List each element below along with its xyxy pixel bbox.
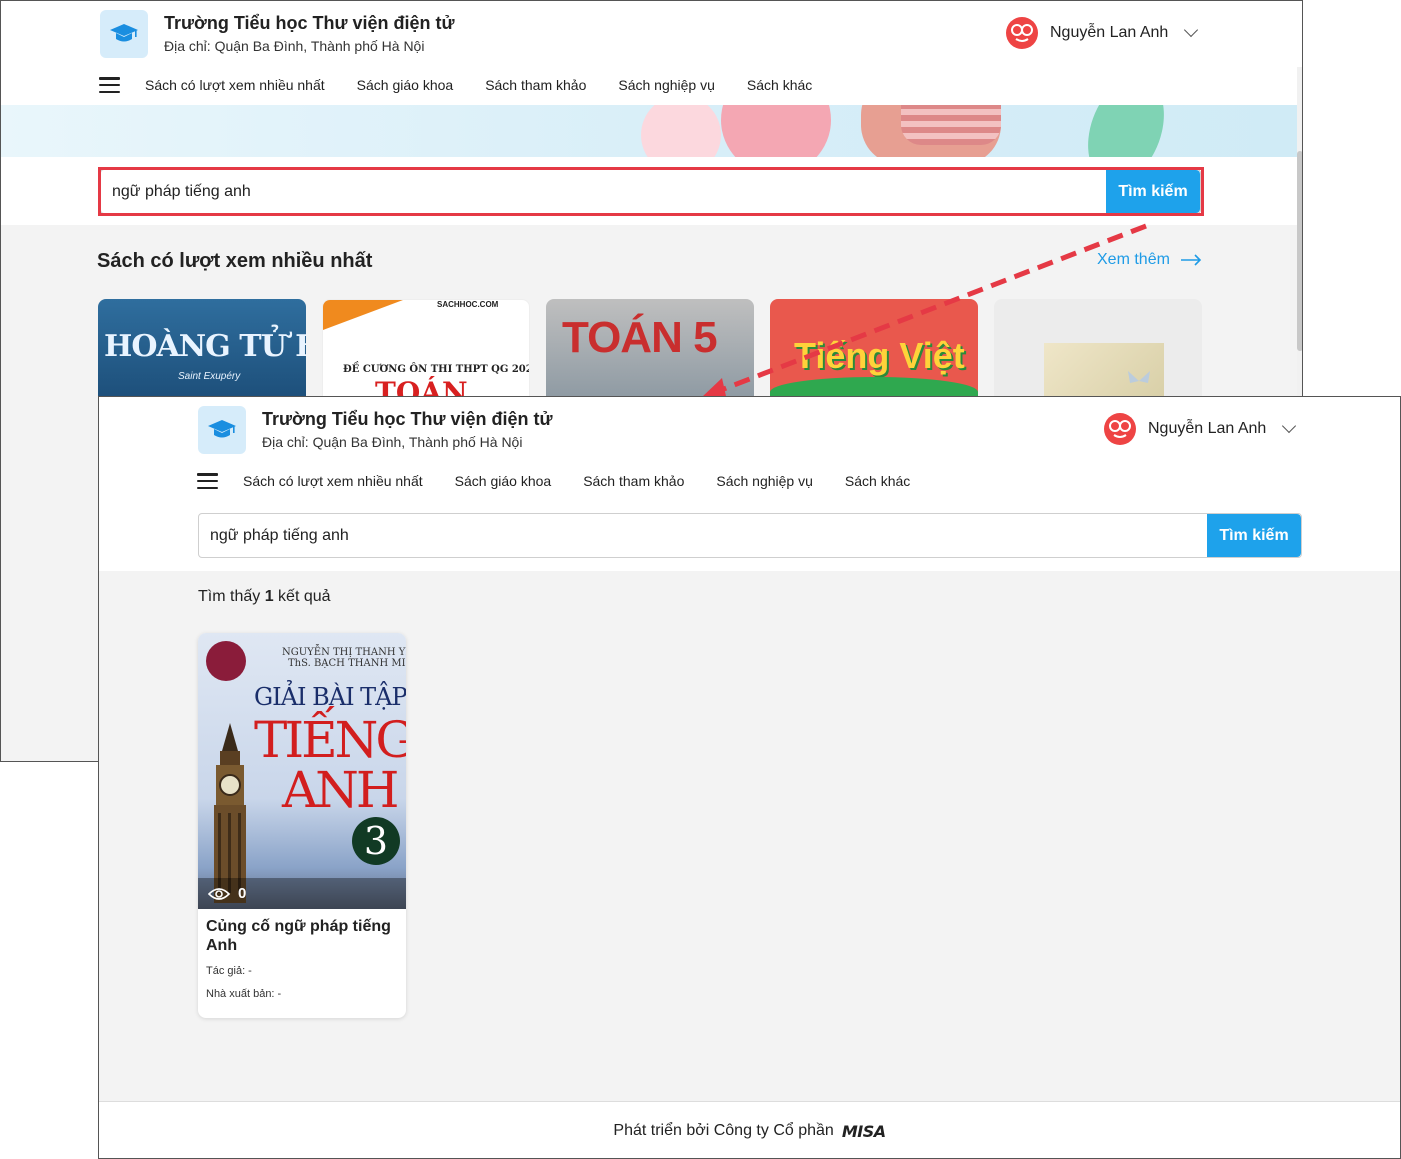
header: Trường Tiểu học Thư viện điện tử Địa chỉ… [1, 1, 1302, 105]
nav-most-viewed[interactable]: Sách có lượt xem nhiều nhất [145, 77, 325, 93]
big-ben-illustration [214, 723, 246, 903]
misa-logo[interactable]: MISA [842, 1122, 886, 1141]
cover-line-3: ANH [282, 761, 399, 819]
cover-author-1: NGUYỄN THỊ THANH YẾN [282, 647, 406, 658]
nav-reference[interactable]: Sách tham khảo [583, 473, 684, 489]
book-publisher: Nhà xuất bản: - [206, 988, 282, 1000]
cover-subtitle: ĐỀ CƯƠNG ÔN THI THPT QG 2023 [343, 364, 530, 375]
footer: Phát triển bởi Công ty Cổ phần MISA [99, 1101, 1400, 1158]
nav-textbooks[interactable]: Sách giáo khoa [455, 473, 552, 489]
butterfly-icon [1128, 371, 1150, 383]
book-title[interactable]: Củng cố ngữ pháp tiếng Anh [206, 917, 396, 955]
school-logo[interactable] [100, 10, 148, 58]
book-cover-1[interactable]: HOÀNG TỬ BÉ Saint Exupéry [98, 299, 306, 399]
book-cover-2[interactable]: SACHHOC.COM ĐỀ CƯƠNG ÔN THI THPT QG 2023… [322, 299, 530, 399]
header: Trường Tiểu học Thư viện điện tử Địa chỉ… [99, 397, 1400, 501]
book-cover-4[interactable]: Tiếng Việt [770, 299, 978, 399]
nav-reference[interactable]: Sách tham khảo [485, 77, 586, 93]
menu-icon[interactable] [197, 473, 218, 489]
user-menu[interactable]: Nguyễn Lan Anh [1006, 17, 1199, 49]
see-more-label: Xem thêm [1097, 251, 1170, 268]
avatar [1104, 413, 1136, 445]
book-cover: NGUYỄN THỊ THANH YẾN ThS. BẠCH THANH MIN… [198, 633, 406, 909]
section-title: Sách có lượt xem nhiều nhất [97, 250, 373, 272]
scrollbar-thumb[interactable] [1297, 151, 1302, 351]
nav-other[interactable]: Sách khác [747, 77, 812, 93]
graduation-cap-icon [208, 420, 236, 438]
nav-textbooks[interactable]: Sách giáo khoa [357, 77, 454, 93]
main-nav: Sách có lượt xem nhiều nhất Sách giáo kh… [197, 469, 942, 493]
school-name: Trường Tiểu học Thư viện điện tử [262, 409, 553, 429]
user-name: Nguyễn Lan Anh [1050, 24, 1169, 41]
result-number: 1 [264, 588, 274, 605]
cover-author-2: ThS. BẠCH THANH MINH [288, 658, 406, 669]
menu-icon[interactable] [99, 77, 120, 93]
search-button[interactable]: Tìm kiếm [1207, 514, 1301, 557]
school-address: Địa chỉ: Quận Ba Đình, Thành phố Hà Nội [262, 434, 523, 450]
search-results-window: Trường Tiểu học Thư viện điện tử Địa chỉ… [98, 396, 1401, 1159]
result-suffix: kết quả [273, 588, 331, 605]
arrow-right-icon [1181, 254, 1202, 266]
see-more-link[interactable]: Xem thêm [1097, 251, 1202, 269]
school-logo[interactable] [198, 406, 246, 454]
book-cover-3[interactable]: TOÁN 5 [546, 299, 754, 399]
chevron-down-icon[interactable] [1184, 22, 1199, 38]
main-nav: Sách có lượt xem nhiều nhất Sách giáo kh… [99, 73, 844, 97]
chevron-down-icon[interactable] [1282, 418, 1297, 434]
eye-icon [208, 887, 230, 900]
book-card[interactable]: NGUYỄN THỊ THANH YẾN ThS. BẠCH THANH MIN… [198, 633, 406, 1018]
nav-most-viewed[interactable]: Sách có lượt xem nhiều nhất [243, 473, 423, 489]
book-cover-5[interactable] [994, 299, 1202, 399]
avatar [1006, 17, 1038, 49]
user-menu[interactable]: Nguyễn Lan Anh [1104, 413, 1297, 445]
result-count: Tìm thấy 1 kết quả [198, 588, 331, 606]
nav-professional[interactable]: Sách nghiệp vụ [716, 473, 813, 489]
user-name: Nguyễn Lan Anh [1148, 420, 1267, 437]
hero-banner [1, 105, 1297, 157]
search-input[interactable] [199, 514, 1199, 557]
result-prefix: Tìm thấy [198, 588, 265, 605]
nav-professional[interactable]: Sách nghiệp vụ [618, 77, 715, 93]
cover-title: HOÀNG TỬ BÉ [104, 329, 306, 364]
search-box: Tìm kiếm [198, 513, 1302, 558]
search-highlight-box [98, 167, 1204, 216]
view-count-value: 0 [238, 885, 247, 902]
school-address: Địa chỉ: Quận Ba Đình, Thành phố Hà Nội [164, 38, 425, 54]
view-count: 0 [198, 878, 406, 909]
cover-top: SACHHOC.COM [437, 300, 499, 309]
graduation-cap-icon [110, 24, 138, 42]
footer-text: Phát triển bởi Công ty Cổ phần [613, 1122, 834, 1139]
nav-other[interactable]: Sách khác [845, 473, 910, 489]
cover-number: 3 [352, 817, 400, 865]
cover-title: Tiếng Việt [794, 335, 965, 376]
book-author: Tác giả: - [206, 965, 252, 977]
cover-line-1: GIẢI BÀI TẬP [254, 683, 406, 711]
cover-subtitle: Saint Exupéry [178, 371, 241, 382]
school-name: Trường Tiểu học Thư viện điện tử [164, 13, 455, 33]
cover-title: TOÁN 5 [562, 313, 718, 362]
